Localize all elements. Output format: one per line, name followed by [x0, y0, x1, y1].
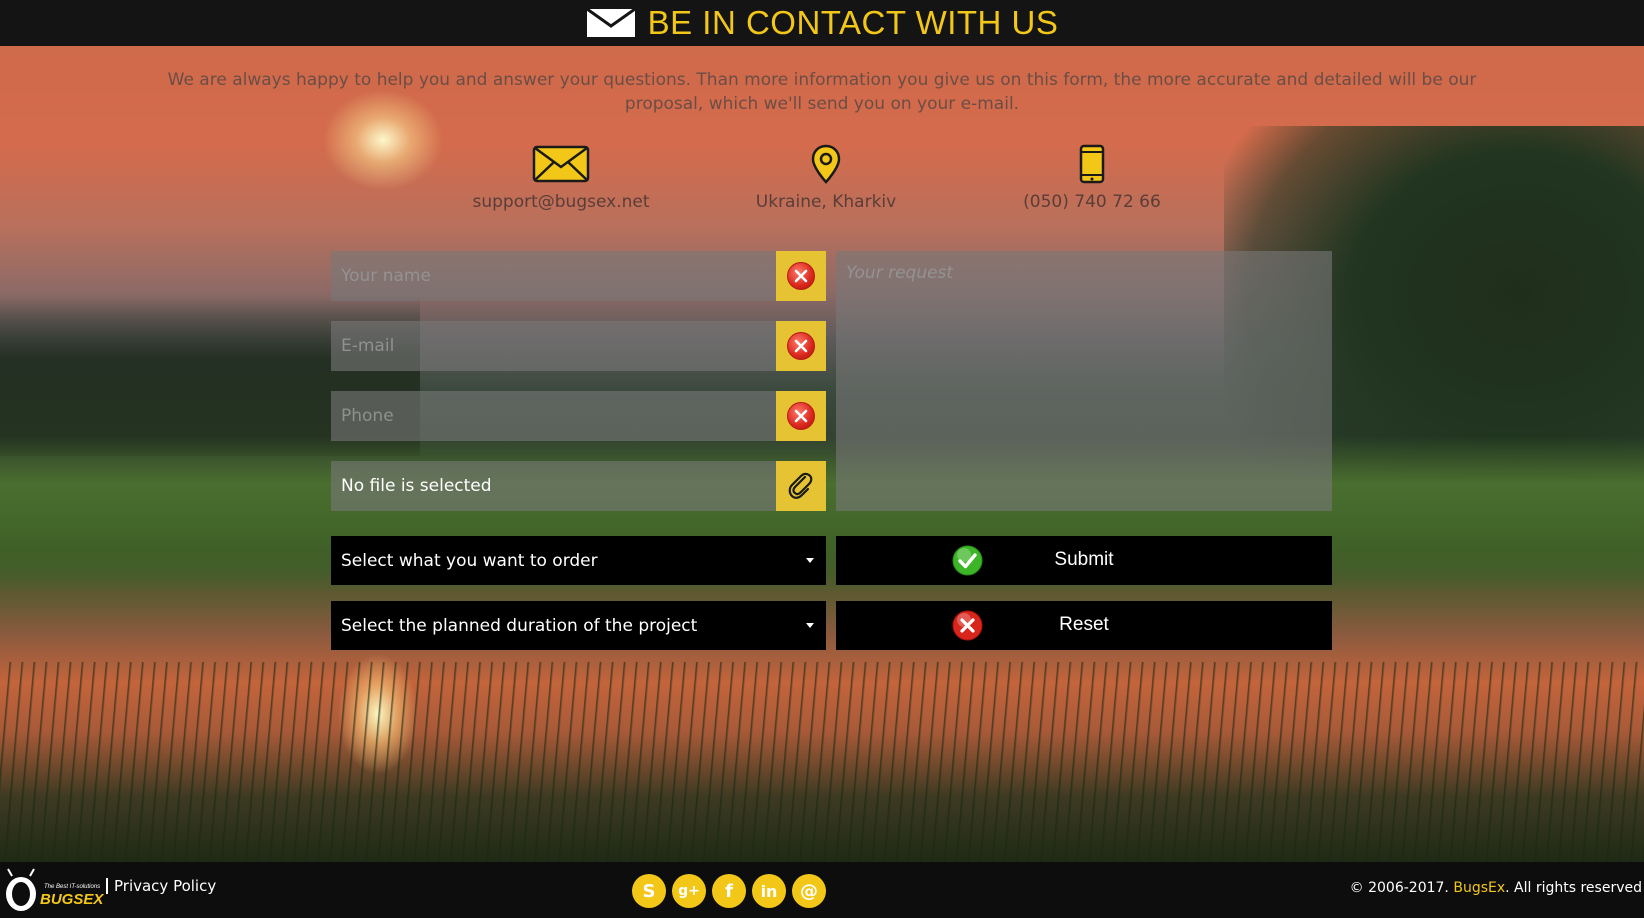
background-reeds: [0, 662, 1644, 862]
envelope-icon: [532, 145, 590, 183]
logo-text: BUGSEX: [40, 891, 104, 908]
page-title: BE IN CONTACT WITH US: [647, 4, 1059, 41]
contact-phone-text[interactable]: (050) 740 72 66: [982, 192, 1202, 212]
paperclip-icon: [788, 472, 813, 499]
contact-email-text[interactable]: support@bugsex.net: [451, 192, 671, 212]
order-select[interactable]: Select what you want to order: [331, 536, 826, 585]
privacy-policy-link[interactable]: Privacy Policy: [106, 878, 216, 894]
reset-button[interactable]: Reset: [836, 601, 1332, 650]
attach-file-button[interactable]: [776, 461, 826, 511]
mobile-phone-icon: [1079, 144, 1105, 184]
reset-label: Reset: [1059, 614, 1109, 635]
request-textarea[interactable]: [836, 251, 1332, 511]
google-plus-icon[interactable]: g+: [672, 874, 706, 908]
file-status-text: No file is selected: [341, 476, 492, 496]
submit-label: Submit: [1054, 549, 1114, 570]
chevron-down-icon: [806, 558, 814, 563]
at-email-icon[interactable]: @: [792, 874, 826, 908]
close-icon: [787, 262, 815, 290]
map-pin-icon: [811, 144, 841, 184]
page-header: BE IN CONTACT WITH US: [0, 0, 1644, 46]
clear-email-button[interactable]: [776, 321, 826, 371]
facebook-icon[interactable]: f: [712, 874, 746, 908]
phone-input[interactable]: [331, 391, 776, 441]
social-links: S g+ f in @: [632, 874, 832, 908]
copyright-suffix: . All rights reserved: [1505, 880, 1642, 896]
order-select-value: Select what you want to order: [341, 550, 598, 571]
chevron-down-icon: [806, 623, 814, 628]
file-field-row: No file is selected: [331, 461, 826, 511]
name-input[interactable]: [331, 251, 776, 301]
contact-location-text: Ukraine, Kharkiv: [755, 192, 897, 212]
phone-field-row: [331, 391, 826, 441]
email-input[interactable]: [331, 321, 776, 371]
duration-select[interactable]: Select the planned duration of the proje…: [331, 601, 826, 650]
copyright: © 2006-2017. BugsEx. All rights reserved: [1350, 880, 1642, 896]
contact-info: support@bugsex.net Ukraine, Kharkiv (050…: [0, 142, 1644, 212]
duration-select-value: Select the planned duration of the proje…: [341, 615, 698, 636]
bugsex-logo[interactable]: The Best IT-solutions BUGSEX: [2, 866, 106, 914]
request-field: [836, 251, 1332, 511]
clear-name-button[interactable]: [776, 251, 826, 301]
linkedin-icon[interactable]: in: [752, 874, 786, 908]
contact-email: support@bugsex.net: [451, 142, 671, 212]
skype-icon[interactable]: S: [632, 874, 666, 908]
contact-phone: (050) 740 72 66: [982, 142, 1202, 212]
close-icon: [787, 332, 815, 360]
clear-phone-button[interactable]: [776, 391, 826, 441]
page-footer: The Best IT-solutions BUGSEX Privacy Pol…: [0, 862, 1644, 918]
name-field-row: [331, 251, 826, 301]
intro-text: We are always happy to help you and answ…: [167, 70, 1477, 114]
copyright-prefix: © 2006-2017.: [1349, 880, 1454, 896]
submit-button[interactable]: Submit: [836, 536, 1332, 585]
close-icon: [787, 402, 815, 430]
envelope-icon: [585, 8, 636, 37]
logo-tagline: The Best IT-solutions: [44, 884, 100, 890]
copyright-brand: BugsEx: [1453, 880, 1506, 896]
email-field-row: [331, 321, 826, 371]
contact-location: Ukraine, Kharkiv: [716, 142, 936, 212]
